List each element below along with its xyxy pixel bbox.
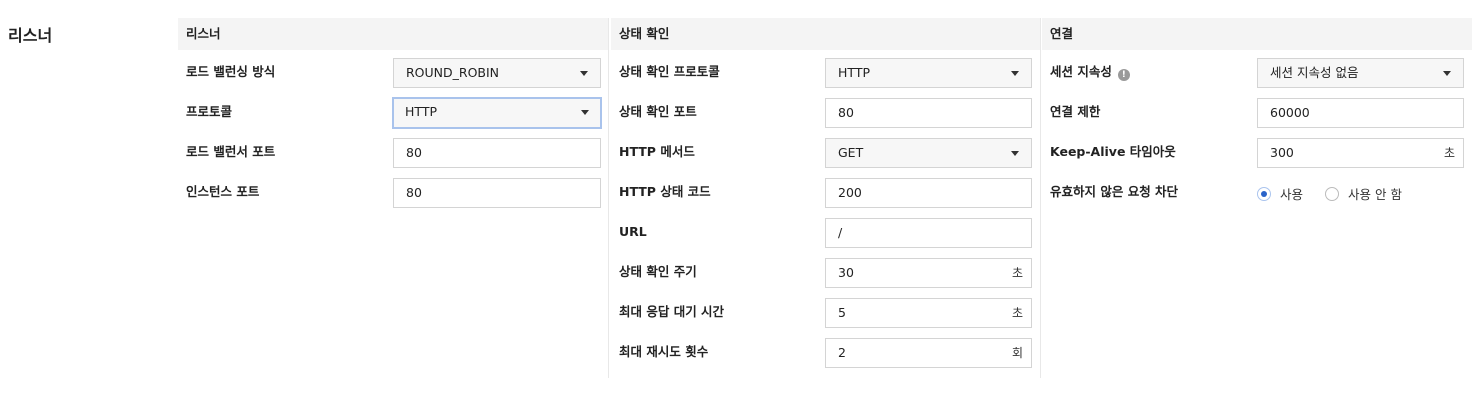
hc-protocol-value: HTTP (838, 65, 870, 80)
connection-limit-input[interactable]: 60000 (1257, 98, 1464, 128)
form-row-hc-protocol: 상태 확인 프로토콜 HTTP (619, 58, 1041, 96)
lb-port-input[interactable]: 80 (393, 138, 601, 168)
form-row-connection-limit: 연결 제한 60000 (1050, 98, 1472, 136)
unit-seconds: 초 (1011, 306, 1023, 320)
form-row-hc-interval: 상태 확인 주기 30 초 (619, 258, 1041, 296)
max-retries-input[interactable]: 2 회 (825, 338, 1032, 368)
session-persistence-value: 세션 지속성 없음 (1270, 65, 1359, 80)
hc-interval-input[interactable]: 30 초 (825, 258, 1032, 288)
connection-panel-header: 연결 (1042, 18, 1472, 50)
hc-port-label: 상태 확인 포트 (619, 104, 697, 119)
form-row-http-method: HTTP 메서드 GET (619, 138, 1041, 176)
keepalive-timeout-label: Keep-Alive 타임아웃 (1050, 144, 1176, 159)
listener-panel-header: 리스너 (178, 18, 608, 50)
chevron-down-icon (1011, 71, 1019, 76)
http-method-select[interactable]: GET (825, 138, 1032, 168)
load-balancing-method-label: 로드 밸런싱 방식 (186, 64, 276, 79)
form-row-url: URL / (619, 218, 1041, 256)
chevron-down-icon (581, 110, 589, 115)
keepalive-timeout-value: 300 (1270, 145, 1294, 160)
http-method-label: HTTP 메서드 (619, 144, 695, 159)
max-retries-value: 2 (838, 345, 846, 360)
radio-unselected-icon (1325, 186, 1339, 201)
radio-enabled[interactable]: 사용 (1257, 184, 1303, 203)
unit-seconds: 초 (1443, 146, 1455, 160)
session-persistence-label: 세션 지속성! (1050, 64, 1130, 81)
connection-limit-label: 연결 제한 (1050, 104, 1101, 119)
column-divider (1040, 18, 1041, 378)
hc-interval-value: 30 (838, 265, 854, 280)
radio-selected-icon (1257, 186, 1271, 201)
url-value: / (838, 225, 843, 240)
radio-enabled-label: 사용 (1280, 187, 1304, 202)
form-row-instance-port: 인스턴스 포트 80 (186, 178, 608, 216)
connection-panel: 연결 세션 지속성! 세션 지속성 없음 연결 제한 60000 Keep-Al… (1042, 18, 1472, 378)
response-timeout-input[interactable]: 5 초 (825, 298, 1032, 328)
page-title: 리스너 (8, 26, 53, 45)
form-row-session-persistence: 세션 지속성! 세션 지속성 없음 (1050, 58, 1472, 96)
instance-port-label: 인스턴스 포트 (186, 184, 260, 199)
protocol-value: HTTP (405, 104, 437, 119)
http-status-code-input[interactable]: 200 (825, 178, 1032, 208)
health-check-panel-header: 상태 확인 (611, 18, 1041, 50)
keepalive-timeout-input[interactable]: 300 초 (1257, 138, 1464, 168)
connection-limit-value: 60000 (1270, 105, 1310, 120)
form-row-response-timeout: 최대 응답 대기 시간 5 초 (619, 298, 1041, 336)
protocol-select[interactable]: HTTP (392, 97, 602, 129)
http-status-code-value: 200 (838, 185, 862, 200)
load-balancing-method-value: ROUND_ROBIN (406, 65, 500, 80)
unit-seconds: 초 (1011, 266, 1023, 280)
hc-protocol-label: 상태 확인 프로토콜 (619, 64, 720, 79)
instance-port-input[interactable]: 80 (393, 178, 601, 208)
radio-disabled-label: 사용 안 함 (1348, 187, 1402, 202)
hc-interval-label: 상태 확인 주기 (619, 264, 697, 279)
max-retries-label: 최대 재시도 횟수 (619, 344, 709, 359)
session-persistence-label-text: 세션 지속성 (1050, 64, 1112, 79)
form-row-keepalive-timeout: Keep-Alive 타임아웃 300 초 (1050, 138, 1472, 176)
http-status-code-label: HTTP 상태 코드 (619, 184, 711, 199)
radio-disabled[interactable]: 사용 안 함 (1325, 184, 1402, 203)
chevron-down-icon (1443, 71, 1451, 76)
form-row-block-invalid-requests: 유효하지 않은 요청 차단 사용 사용 안 함 (1050, 184, 1472, 216)
chevron-down-icon (580, 71, 588, 76)
column-divider (608, 18, 609, 378)
form-row-max-retries: 최대 재시도 횟수 2 회 (619, 338, 1041, 376)
health-check-panel: 상태 확인 상태 확인 프로토콜 HTTP 상태 확인 포트 80 HTTP 메… (611, 18, 1041, 378)
form-row-protocol: 프로토콜 HTTP (186, 97, 608, 136)
hc-port-value: 80 (838, 105, 854, 120)
load-balancing-method-select[interactable]: ROUND_ROBIN (393, 58, 601, 88)
info-icon[interactable]: ! (1117, 69, 1130, 81)
session-persistence-select[interactable]: 세션 지속성 없음 (1257, 58, 1464, 88)
url-input[interactable]: / (825, 218, 1032, 248)
form-row-hc-port: 상태 확인 포트 80 (619, 98, 1041, 136)
response-timeout-value: 5 (838, 305, 846, 320)
hc-protocol-select[interactable]: HTTP (825, 58, 1032, 88)
instance-port-value: 80 (406, 185, 422, 200)
unit-times: 회 (1011, 346, 1023, 360)
listener-panel: 리스너 로드 밸런싱 방식 ROUND_ROBIN 프로토콜 HTTP 로드 밸… (178, 18, 608, 378)
form-row-http-status-code: HTTP 상태 코드 200 (619, 178, 1041, 216)
form-row-lb-port: 로드 밸런서 포트 80 (186, 138, 608, 176)
hc-port-input[interactable]: 80 (825, 98, 1032, 128)
protocol-label: 프로토콜 (186, 104, 233, 119)
chevron-down-icon (1011, 151, 1019, 156)
http-method-value: GET (838, 145, 864, 160)
form-row-load-balancing-method: 로드 밸런싱 방식 ROUND_ROBIN (186, 58, 608, 96)
lb-port-label: 로드 밸런서 포트 (186, 144, 276, 159)
response-timeout-label: 최대 응답 대기 시간 (619, 304, 725, 319)
url-label: URL (619, 224, 647, 239)
lb-port-value: 80 (406, 145, 422, 160)
block-invalid-requests-label: 유효하지 않은 요청 차단 (1050, 184, 1179, 199)
